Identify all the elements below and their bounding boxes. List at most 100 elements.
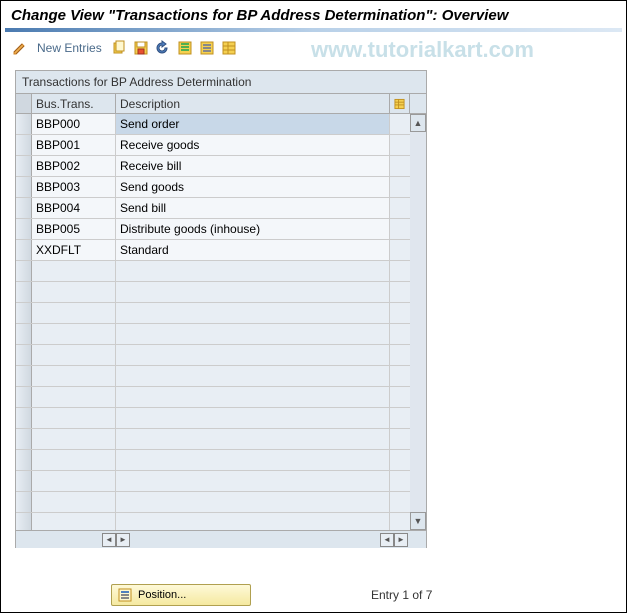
cell-bus-trans[interactable] (32, 387, 116, 407)
cell-bus-trans[interactable] (32, 513, 116, 530)
row-selector[interactable] (16, 513, 32, 530)
table-caption: Transactions for BP Address Determinatio… (16, 71, 426, 94)
cell-bus-trans[interactable] (32, 492, 116, 512)
cell-description[interactable]: Distribute goods (inhouse) (116, 219, 390, 239)
cell-bus-trans[interactable] (32, 282, 116, 302)
cell-bus-trans[interactable]: BBP005 (32, 219, 116, 239)
table-row (16, 366, 426, 387)
table-row: BBP001Receive goods (16, 135, 426, 156)
row-selector[interactable] (16, 219, 32, 239)
table-row: BBP000Send order (16, 114, 426, 135)
cell-bus-trans[interactable] (32, 429, 116, 449)
table-row (16, 471, 426, 492)
cell-description[interactable]: Receive goods (116, 135, 390, 155)
scroll-down-button[interactable]: ▼ (410, 512, 426, 530)
col-config-button[interactable] (390, 94, 410, 113)
cell-bus-trans[interactable]: BBP003 (32, 177, 116, 197)
row-selector[interactable] (16, 429, 32, 449)
entry-count-text: Entry 1 of 7 (371, 588, 432, 602)
cell-description[interactable]: Send bill (116, 198, 390, 218)
cell-description[interactable]: Standard (116, 240, 390, 260)
row-selector-header[interactable] (16, 94, 32, 113)
cell-description[interactable]: Send order (116, 114, 390, 134)
col-header-description[interactable]: Description (116, 94, 390, 113)
scroll-up-button[interactable]: ▲ (410, 114, 426, 132)
vertical-scrollbar[interactable]: ▲ ▼ (410, 114, 426, 530)
col-header-bus-trans[interactable]: Bus.Trans. (32, 94, 116, 113)
table-row: BBP003Send goods (16, 177, 426, 198)
cell-description[interactable] (116, 513, 390, 530)
table-settings-icon[interactable] (220, 39, 238, 57)
table-row (16, 303, 426, 324)
row-selector[interactable] (16, 450, 32, 470)
save-icon[interactable] (132, 39, 150, 57)
h-scroll-right-button-2[interactable]: ► (394, 533, 408, 547)
h-scroll-right-button[interactable]: ► (116, 533, 130, 547)
scroll-track[interactable] (410, 132, 426, 512)
cell-description[interactable] (116, 282, 390, 302)
table-row (16, 492, 426, 513)
row-selector[interactable] (16, 240, 32, 260)
table-row: XXDFLTStandard (16, 240, 426, 261)
row-selector[interactable] (16, 282, 32, 302)
row-selector[interactable] (16, 261, 32, 281)
cell-description[interactable] (116, 429, 390, 449)
cell-description[interactable] (116, 408, 390, 428)
cell-bus-trans[interactable]: BBP004 (32, 198, 116, 218)
cell-bus-trans[interactable]: BBP002 (32, 156, 116, 176)
cell-description[interactable] (116, 471, 390, 491)
cell-bus-trans[interactable] (32, 324, 116, 344)
cell-description[interactable] (116, 450, 390, 470)
row-selector[interactable] (16, 387, 32, 407)
table-row (16, 387, 426, 408)
cell-description[interactable]: Send goods (116, 177, 390, 197)
row-selector[interactable] (16, 198, 32, 218)
row-selector[interactable] (16, 177, 32, 197)
cell-description[interactable] (116, 324, 390, 344)
row-selector[interactable] (16, 492, 32, 512)
select-all-icon[interactable] (176, 39, 194, 57)
cell-bus-trans[interactable]: XXDFLT (32, 240, 116, 260)
row-selector[interactable] (16, 345, 32, 365)
row-selector[interactable] (16, 303, 32, 323)
cell-description[interactable] (116, 303, 390, 323)
row-selector[interactable] (16, 135, 32, 155)
toggle-change-icon[interactable] (11, 39, 29, 57)
table-body: ▲ ▼ BBP000Send orderBBP001Receive goodsB… (16, 114, 426, 530)
table-container: Transactions for BP Address Determinatio… (15, 70, 427, 548)
cell-bus-trans[interactable] (32, 450, 116, 470)
cell-bus-trans[interactable] (32, 366, 116, 386)
cell-description[interactable] (116, 366, 390, 386)
cell-bus-trans[interactable] (32, 345, 116, 365)
h-scroll-left-button-2[interactable]: ◄ (380, 533, 394, 547)
undo-icon[interactable] (154, 39, 172, 57)
row-selector[interactable] (16, 408, 32, 428)
deselect-all-icon[interactable] (198, 39, 216, 57)
cell-description[interactable] (116, 387, 390, 407)
cell-description[interactable] (116, 261, 390, 281)
row-selector[interactable] (16, 114, 32, 134)
row-selector[interactable] (16, 366, 32, 386)
cell-bus-trans[interactable] (32, 408, 116, 428)
cell-bus-trans[interactable]: BBP000 (32, 114, 116, 134)
table-row (16, 408, 426, 429)
cell-bus-trans[interactable]: BBP001 (32, 135, 116, 155)
page-title: Change View "Transactions for BP Address… (1, 1, 626, 28)
toolbar: New Entries (1, 32, 626, 64)
table-row (16, 450, 426, 471)
cell-bus-trans[interactable] (32, 471, 116, 491)
cell-bus-trans[interactable] (32, 261, 116, 281)
position-button[interactable]: Position... (111, 584, 251, 606)
row-selector[interactable] (16, 156, 32, 176)
cell-description[interactable] (116, 492, 390, 512)
row-selector[interactable] (16, 324, 32, 344)
new-entries-button[interactable]: New Entries (37, 41, 102, 55)
h-scroll-left-button[interactable]: ◄ (102, 533, 116, 547)
cell-description[interactable] (116, 345, 390, 365)
cell-description[interactable]: Receive bill (116, 156, 390, 176)
table-row: BBP004Send bill (16, 198, 426, 219)
table-row (16, 261, 426, 282)
copy-icon[interactable] (110, 39, 128, 57)
cell-bus-trans[interactable] (32, 303, 116, 323)
row-selector[interactable] (16, 471, 32, 491)
